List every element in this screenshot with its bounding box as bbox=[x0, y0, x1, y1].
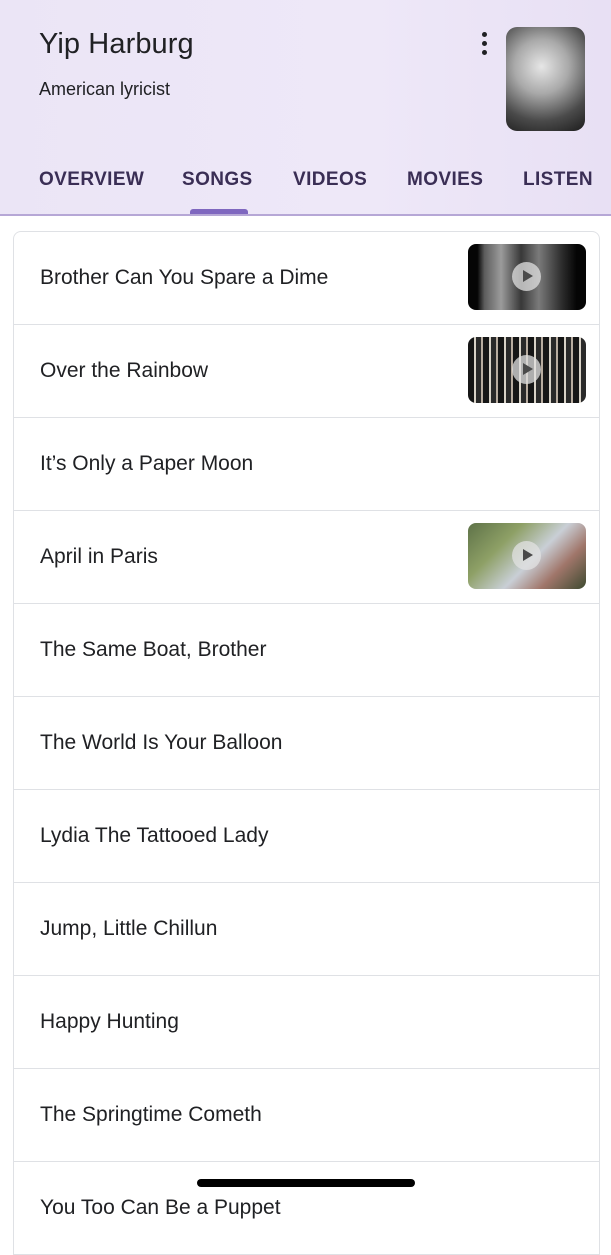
tab-videos[interactable]: VIDEOS bbox=[293, 169, 367, 191]
song-title: Brother Can You Spare a Dime bbox=[40, 266, 329, 289]
play-icon bbox=[512, 262, 541, 291]
song-title: Over the Rainbow bbox=[40, 359, 209, 382]
play-icon bbox=[512, 541, 541, 570]
song-title: The Same Boat, Brother bbox=[40, 638, 267, 661]
tab-listen[interactable]: LISTEN bbox=[523, 169, 593, 191]
song-title: It’s Only a Paper Moon bbox=[40, 452, 254, 475]
video-thumbnail[interactable] bbox=[468, 244, 586, 310]
page-title: Yip Harburg bbox=[39, 28, 194, 60]
song-title: Lydia The Tattooed Lady bbox=[40, 824, 269, 847]
active-tab-indicator bbox=[190, 209, 248, 214]
tab-songs[interactable]: SONGS bbox=[182, 169, 253, 191]
video-thumbnail[interactable] bbox=[468, 523, 586, 589]
list-item[interactable]: April in Paris bbox=[14, 511, 599, 604]
song-title: You Too Can Be a Puppet bbox=[40, 1196, 281, 1219]
list-item[interactable]: The Same Boat, Brother bbox=[14, 604, 599, 697]
more-vert-icon[interactable] bbox=[470, 28, 498, 58]
song-title: The Springtime Cometh bbox=[40, 1103, 262, 1126]
list-item[interactable]: It’s Only a Paper Moon bbox=[14, 418, 599, 511]
tab-movies[interactable]: MOVIES bbox=[407, 169, 483, 191]
song-title: The World Is Your Balloon bbox=[40, 731, 283, 754]
list-item[interactable]: The World Is Your Balloon bbox=[14, 697, 599, 790]
home-indicator[interactable] bbox=[197, 1179, 415, 1187]
list-item[interactable]: Over the Rainbow bbox=[14, 325, 599, 418]
song-title: Jump, Little Chillun bbox=[40, 917, 218, 940]
song-title: Happy Hunting bbox=[40, 1010, 179, 1033]
tab-bar: OVERVIEW SONGS VIDEOS MOVIES LISTEN bbox=[0, 163, 611, 214]
song-title: April in Paris bbox=[40, 545, 158, 568]
avatar[interactable] bbox=[506, 27, 585, 131]
tab-overview[interactable]: OVERVIEW bbox=[39, 169, 144, 191]
list-item[interactable]: Lydia The Tattooed Lady bbox=[14, 790, 599, 883]
video-thumbnail[interactable] bbox=[468, 337, 586, 403]
songs-list: Brother Can You Spare a Dime Over the Ra… bbox=[13, 231, 600, 1255]
list-item[interactable]: Jump, Little Chillun bbox=[14, 883, 599, 976]
play-icon bbox=[512, 355, 541, 384]
list-item[interactable]: Happy Hunting bbox=[14, 976, 599, 1069]
list-item[interactable]: Brother Can You Spare a Dime bbox=[14, 232, 599, 325]
list-item[interactable]: You Too Can Be a Puppet bbox=[14, 1162, 599, 1255]
list-item[interactable]: The Springtime Cometh bbox=[14, 1069, 599, 1162]
page-subtitle: American lyricist bbox=[39, 79, 171, 99]
knowledge-panel-header: Yip Harburg American lyricist OVERVIEW S… bbox=[0, 0, 611, 216]
